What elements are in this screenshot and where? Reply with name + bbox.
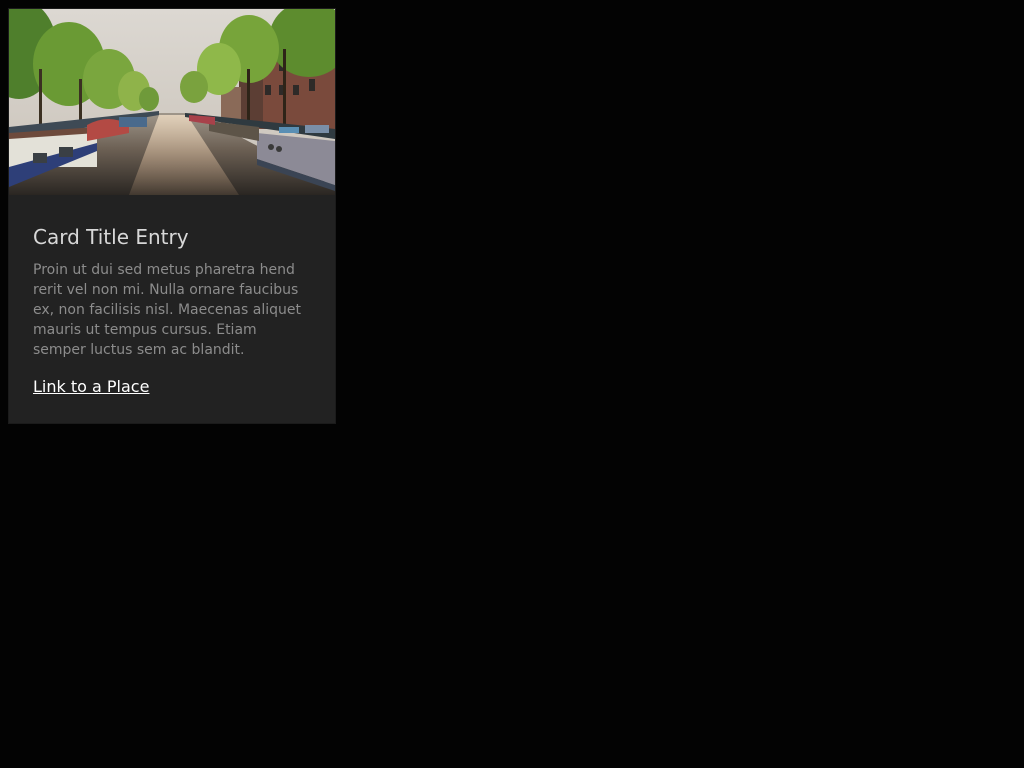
card-text: Proin ut dui sed metus pharetra hend rer… [33,262,301,358]
card: Card Title Entry Proin ut dui sed metus … [8,8,336,424]
card-link[interactable]: Link to a Place [33,376,149,398]
card-image [9,9,335,195]
card-body: Card Title Entry Proin ut dui sed metus … [33,223,313,398]
card-title: Card Title Entry [33,225,189,249]
